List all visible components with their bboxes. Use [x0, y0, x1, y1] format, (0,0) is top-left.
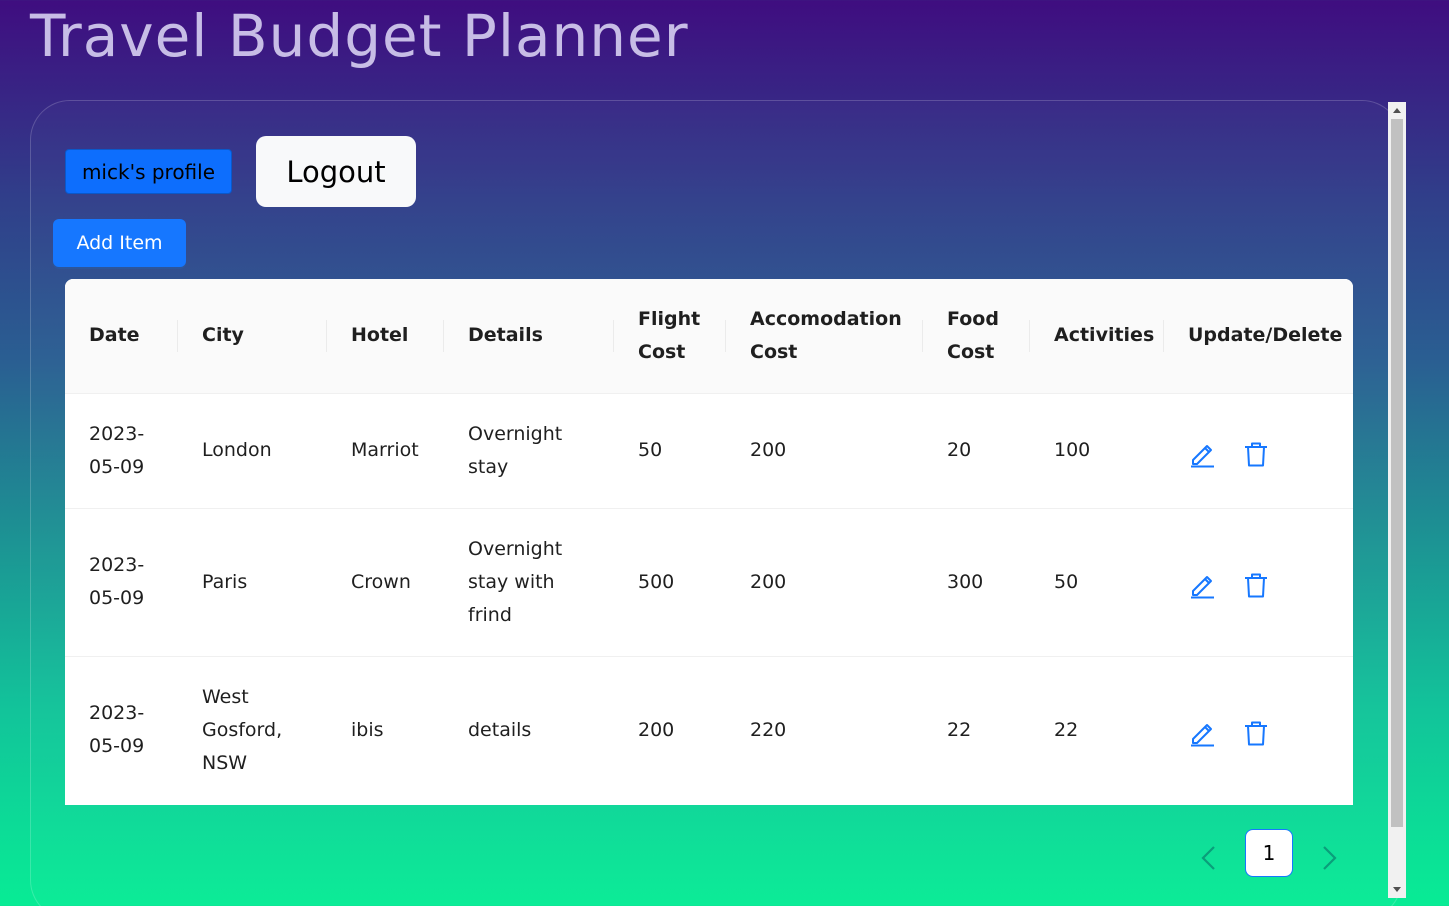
- cell-activities: 100: [1030, 393, 1164, 509]
- cell-food-cost: 22: [947, 718, 972, 741]
- delete-icon[interactable]: [1242, 440, 1270, 468]
- profile-button[interactable]: mick's profile: [65, 149, 232, 194]
- cell-details: Overnight stay: [444, 393, 614, 509]
- edit-icon[interactable]: [1188, 440, 1216, 468]
- table-row: 2023-05-09 Paris Crown Overnight stay wi…: [65, 508, 1353, 657]
- column-header-activities: Activities: [1030, 279, 1164, 394]
- cell-flight-cost: 200: [638, 718, 675, 741]
- column-header-update-delete: Update/Delete: [1164, 279, 1353, 394]
- table-header-row: Date City Hotel Details Flight Cost Acco…: [65, 279, 1353, 394]
- scroll-down-arrow-icon[interactable]: [1393, 887, 1401, 892]
- scrollbar-thumb[interactable]: [1391, 119, 1403, 827]
- cell-date: 2023-05-09: [89, 702, 145, 758]
- cell-hotel: Crown: [327, 508, 444, 657]
- cell-actions: [1164, 508, 1353, 657]
- add-item-button[interactable]: Add Item: [53, 219, 186, 267]
- column-header-flight-cost: Flight Cost: [614, 279, 726, 394]
- cell-date: 2023-05-09: [65, 508, 178, 657]
- cell-actions: [1164, 656, 1353, 804]
- cell-food-cost: 20: [923, 393, 1030, 509]
- column-header-details: Details: [444, 279, 614, 394]
- cell-actions: [1164, 393, 1353, 509]
- cell-details: details: [468, 718, 532, 741]
- pagination-page-button[interactable]: 1: [1245, 829, 1293, 877]
- cell-details: Overnight stay with frind: [444, 508, 614, 657]
- edit-icon[interactable]: [1188, 719, 1216, 747]
- cell-hotel: ibis: [351, 718, 384, 741]
- cell-activities: 22: [1054, 718, 1079, 741]
- scroll-up-arrow-icon[interactable]: [1393, 108, 1401, 113]
- column-header-city: City: [178, 279, 327, 394]
- cell-accommodation-cost: 220: [750, 718, 787, 741]
- delete-icon[interactable]: [1242, 571, 1270, 599]
- logout-button[interactable]: Logout: [256, 136, 416, 207]
- delete-icon[interactable]: [1242, 719, 1270, 747]
- column-header-accommodation-cost: Accomodation Cost: [726, 279, 923, 394]
- edit-icon[interactable]: [1188, 571, 1216, 599]
- cell-city: London: [178, 393, 327, 509]
- app-title: Travel Budget Planner: [30, 2, 689, 70]
- cell-food-cost: 300: [923, 508, 1030, 657]
- cell-hotel: Marriot: [327, 393, 444, 509]
- cell-accommodation-cost: 200: [726, 508, 923, 657]
- budget-table: Date City Hotel Details Flight Cost Acco…: [65, 279, 1353, 805]
- cell-flight-cost: 500: [614, 508, 726, 657]
- column-header-date: Date: [65, 279, 178, 394]
- table-row: 2023-05-09 London Marriot Overnight stay…: [65, 393, 1353, 509]
- table-row: 2023-05-09 West Gosford, NSW ibis detail…: [65, 656, 1353, 804]
- chevron-left-icon: [1201, 846, 1215, 870]
- cell-flight-cost: 50: [614, 393, 726, 509]
- column-header-hotel: Hotel: [327, 279, 444, 394]
- cell-date: 2023-05-09: [65, 393, 178, 509]
- cell-city: West Gosford, NSW: [202, 685, 283, 774]
- chevron-right-icon: [1323, 846, 1337, 870]
- cell-accommodation-cost: 200: [726, 393, 923, 509]
- pagination-prev-button[interactable]: [1189, 838, 1229, 878]
- cell-activities: 50: [1030, 508, 1164, 657]
- cell-city: Paris: [178, 508, 327, 657]
- vertical-scrollbar[interactable]: [1388, 102, 1406, 898]
- column-header-food-cost: Food Cost: [923, 279, 1030, 394]
- pagination-next-button[interactable]: [1309, 838, 1349, 878]
